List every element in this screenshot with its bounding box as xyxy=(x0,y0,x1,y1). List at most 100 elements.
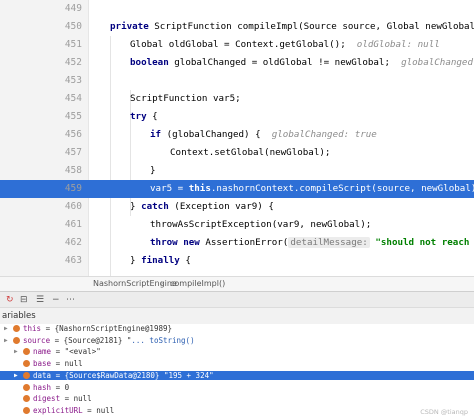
code-text: throwAsScriptException(var9, newGlobal); xyxy=(150,219,372,230)
keyword: boolean xyxy=(130,57,169,68)
variable-text: base = null xyxy=(33,359,83,369)
code-text: } catch (Exception var9) { xyxy=(130,198,474,216)
inline-debug-hint: globalChanged: true xyxy=(260,129,377,140)
code-line[interactable]: 458 } xyxy=(0,162,474,180)
field-icon xyxy=(13,325,20,332)
code-token: globalChanged = oldGlobal != newGlobal; xyxy=(168,57,390,68)
variable-value: = {Source@2181} " xyxy=(50,335,132,345)
expand-arrow-icon[interactable]: ▶ xyxy=(4,336,8,346)
variable-text: data = {Source$RawData@2180} "195 + 324" xyxy=(33,371,214,381)
code-line[interactable]: 449 xyxy=(0,0,474,18)
breadcrumb-method[interactable]: compileImpl() xyxy=(170,277,225,291)
variable-name: name xyxy=(33,347,52,357)
line-number: 458 xyxy=(64,165,82,176)
line-number: 459 xyxy=(64,183,82,194)
code-editor[interactable]: 449 450 private ScriptFunction compileIm… xyxy=(0,0,474,276)
code-token: { xyxy=(146,111,158,122)
field-icon xyxy=(23,406,30,414)
code-text: private ScriptFunction compileImpl(Sourc… xyxy=(110,18,474,36)
code-line[interactable]: 451 Global oldGlobal = Context.getGlobal… xyxy=(0,36,474,54)
code-line[interactable]: 457 Context.setGlobal(newGlobal); xyxy=(0,144,474,162)
code-token: AssertionError( xyxy=(199,237,289,248)
field-icon xyxy=(23,371,30,379)
variable-text: digest = null xyxy=(33,394,92,404)
keyword: finally xyxy=(141,255,180,266)
current-execution-line[interactable]: 459 var5 = this.nashornContext.compileSc… xyxy=(0,180,474,198)
variable-name: source xyxy=(23,335,51,345)
expand-arrow-icon[interactable]: ▶ xyxy=(4,324,8,334)
code-line[interactable]: 463 } finally { xyxy=(0,252,474,270)
minus-icon[interactable]: − xyxy=(52,294,60,306)
code-token: (Exception var9) { xyxy=(168,201,274,212)
field-icon xyxy=(23,348,30,356)
code-line[interactable]: 456 if (globalChanged) { globalChanged: … xyxy=(0,126,474,144)
variable-text: explicitURL = null xyxy=(33,406,114,416)
collapse-icon[interactable]: ⊟ xyxy=(20,294,28,306)
code-token: } xyxy=(130,255,142,266)
keyword: new xyxy=(183,237,200,248)
code-line[interactable]: 462 throw new AssertionError(detailMessa… xyxy=(0,234,474,252)
inline-debug-hint: globalChanged: true old xyxy=(401,57,474,68)
line-number: 451 xyxy=(64,39,82,50)
keyword: catch xyxy=(141,201,169,212)
expand-arrow-icon[interactable]: ▶ xyxy=(14,347,18,357)
code-token: { xyxy=(179,255,191,266)
variable-text: source = {Source@2181} "... toString() xyxy=(23,336,195,346)
variable-name: data xyxy=(33,370,52,380)
variable-value: = "<eval>" xyxy=(51,347,101,357)
code-text: if (globalChanged) { globalChanged: true xyxy=(150,126,474,144)
line-number: 460 xyxy=(64,201,82,212)
code-line[interactable]: 453 xyxy=(0,72,474,90)
variable-row[interactable]: ▶ data = {Source$RawData@2180} "195 + 324… xyxy=(0,370,474,381)
variable-name: this xyxy=(23,324,42,333)
variable-row[interactable]: ▶ source = {Source@2181} "... toString() xyxy=(0,336,474,346)
field-icon xyxy=(13,336,20,344)
variables-panel-header: ariables xyxy=(0,307,474,325)
code-token: .nashornContext.compileScript(source, ne… xyxy=(210,183,474,194)
code-line[interactable]: 455 try { xyxy=(0,108,474,126)
line-number: 463 xyxy=(64,255,82,266)
list-icon[interactable]: ☰ xyxy=(36,294,44,306)
variable-row[interactable]: digest = null xyxy=(0,394,474,404)
variable-row[interactable]: hash = 0 xyxy=(0,383,474,393)
code-line[interactable]: 460 } catch (Exception var9) { xyxy=(0,198,474,216)
variable-name: hash xyxy=(33,382,52,392)
keyword: try xyxy=(130,111,147,122)
variable-row[interactable]: ▶ this = {NashornScriptEngine@1989} xyxy=(0,324,474,334)
to-string-link[interactable]: ... toString() xyxy=(131,336,194,345)
code-text: Global oldGlobal = Context.getGlobal(); … xyxy=(130,36,474,54)
code-token: ScriptFunction compileImpl(Source source… xyxy=(148,21,474,32)
variable-value: = 0 xyxy=(51,382,70,392)
variable-text: name = "<eval>" xyxy=(33,347,101,357)
variable-value: = {NashornScriptEngine@1989} xyxy=(41,324,173,333)
variable-row[interactable]: explicitURL = null xyxy=(0,406,474,416)
keyword: throw xyxy=(150,237,178,248)
code-token: var5 = xyxy=(150,183,189,194)
code-line[interactable]: 454 ScriptFunction var5; xyxy=(0,90,474,108)
variable-name: base xyxy=(33,359,52,369)
refresh-icon[interactable]: ↻ xyxy=(6,294,14,306)
inline-debug-hint: oldGlobal: null xyxy=(345,39,440,50)
line-number: 456 xyxy=(64,129,82,140)
debugger-toolbar: ↻ ⊟ ☰ − ⋯ xyxy=(0,291,474,308)
more-icon[interactable]: ⋯ xyxy=(66,294,75,306)
code-line[interactable]: 452 boolean globalChanged = oldGlobal !=… xyxy=(0,54,474,72)
variables-title: ariables xyxy=(2,311,36,321)
code-token: Global oldGlobal = Context.getGlobal(); xyxy=(130,39,346,50)
code-line[interactable]: 461 throwAsScriptException(var9, newGlob… xyxy=(0,216,474,234)
code-text: } finally { xyxy=(130,252,474,270)
code-text: Context.setGlobal(newGlobal); xyxy=(170,147,331,158)
code-line[interactable]: 450 private ScriptFunction compileImpl(S… xyxy=(0,18,474,36)
code-token: } xyxy=(130,201,142,212)
code-text: ScriptFunction var5; xyxy=(130,93,241,104)
breadcrumb-separator: › xyxy=(160,279,164,288)
breadcrumb-class[interactable]: NashornScriptEngine xyxy=(93,277,177,291)
expand-arrow-icon[interactable]: ▶ xyxy=(14,371,18,381)
code-text: boolean globalChanged = oldGlobal != new… xyxy=(130,54,474,72)
line-number: 454 xyxy=(64,93,82,104)
variables-tree[interactable]: ▶ this = {NashornScriptEngine@1989} ▶ sourc… xyxy=(0,324,474,419)
code-text: throw new AssertionError(detailMessage: … xyxy=(150,234,474,252)
variable-row[interactable]: base = null xyxy=(0,359,474,369)
field-icon xyxy=(23,360,30,368)
variable-row[interactable]: ▶ name = "<eval>" xyxy=(0,347,474,357)
